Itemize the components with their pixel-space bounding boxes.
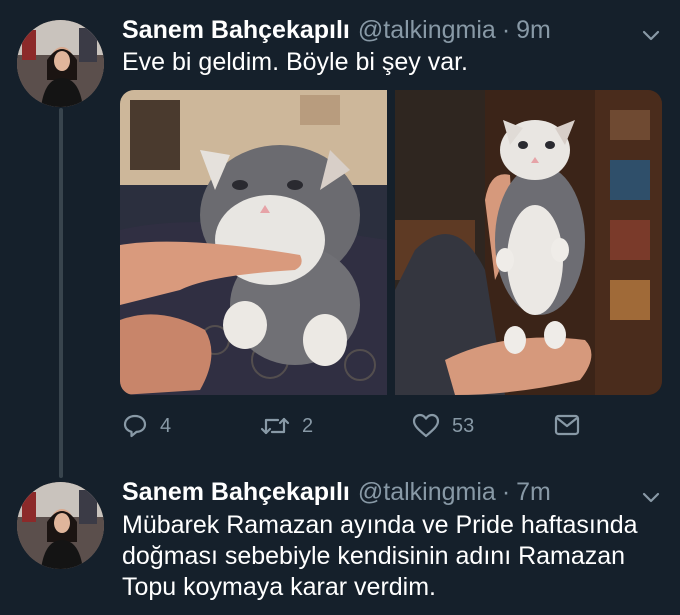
chevron-down-icon[interactable]	[640, 24, 662, 46]
display-name[interactable]: Sanem Bahçekapılı	[122, 478, 350, 507]
dm-icon	[554, 414, 580, 436]
direct-message-button[interactable]	[554, 413, 592, 437]
avatar[interactable]	[17, 20, 104, 107]
like-count: 53	[452, 414, 475, 437]
tweet-text-line: doğması sebebiyle kendisinin adını Ramaz…	[122, 542, 626, 570]
separator-dot: ·	[501, 478, 511, 506]
display-name[interactable]: Sanem Bahçekapılı	[122, 16, 350, 45]
tweet-text: Mübarek Ramazan ayında ve Pride haftasın…	[122, 510, 638, 603]
retweet-count: 2	[302, 414, 314, 437]
user-handle[interactable]: @talkingmia	[358, 478, 496, 507]
kitten-photo-1[interactable]	[120, 90, 387, 395]
tweet-header: Sanem Bahçekapılı @talkingmia · 7m	[122, 478, 551, 507]
user-handle[interactable]: @talkingmia	[358, 16, 496, 45]
like-icon	[412, 413, 440, 438]
avatar[interactable]	[17, 482, 104, 569]
tweet-media[interactable]	[120, 90, 662, 395]
reply-icon	[123, 414, 147, 438]
separator-dot: ·	[501, 16, 511, 44]
timestamp[interactable]: 9m	[516, 16, 551, 45]
tweet-text: Eve bi geldim. Böyle bi şey var.	[122, 48, 468, 76]
kitten-photo-2[interactable]	[395, 90, 662, 395]
retweet-icon	[260, 417, 290, 435]
timestamp[interactable]: 7m	[516, 478, 551, 507]
tweet-text-line: Topu koymaya karar verdim.	[122, 573, 437, 601]
tweet-text-line: Mübarek Ramazan ayında ve Pride haftasın…	[122, 511, 638, 539]
reply-button[interactable]: 4	[122, 413, 171, 439]
like-button[interactable]: 53	[412, 413, 474, 439]
tweet-header: Sanem Bahçekapılı @talkingmia · 9m	[122, 16, 551, 45]
reply-count: 4	[160, 414, 172, 437]
chevron-down-icon[interactable]	[640, 486, 662, 508]
retweet-button[interactable]: 2	[260, 413, 313, 439]
thread-connector	[59, 108, 63, 478]
tweet-actions: 4 2 53	[122, 413, 592, 443]
